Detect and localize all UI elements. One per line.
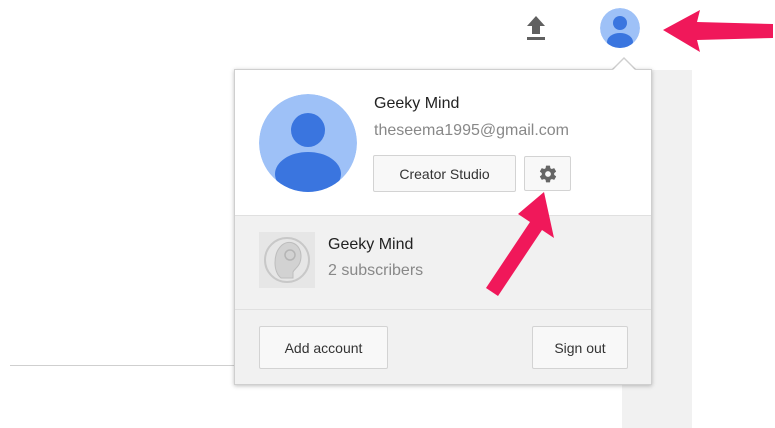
sign-out-button[interactable]: Sign out	[532, 326, 628, 369]
account-section: Geeky Mind theseema1995@gmail.com Creato…	[235, 70, 651, 215]
avatar-icon	[259, 94, 357, 192]
page-divider	[10, 365, 240, 366]
channel-item[interactable]: Geeky Mind 2 subscribers	[235, 215, 651, 310]
add-account-button[interactable]: Add account	[259, 326, 388, 369]
account-email: theseema1995@gmail.com	[374, 122, 570, 139]
annotation-arrow-top	[663, 10, 773, 52]
avatar-icon	[600, 8, 640, 48]
account-avatar-button[interactable]	[600, 8, 640, 48]
profile-avatar	[259, 94, 357, 192]
settings-button[interactable]	[524, 156, 571, 191]
annotation-arrow-settings	[486, 192, 554, 296]
channel-subscribers: 2 subscribers	[328, 262, 424, 279]
creator-studio-button[interactable]: Creator Studio	[373, 155, 516, 192]
channel-name: Geeky Mind	[328, 236, 414, 253]
account-name: Geeky Mind	[374, 95, 460, 112]
channel-thumbnail	[259, 232, 315, 288]
account-dropdown: Geeky Mind theseema1995@gmail.com Creato…	[234, 69, 652, 385]
upload-icon[interactable]	[524, 14, 548, 42]
dropdown-caret-inner	[613, 59, 635, 70]
channel-logo-icon	[259, 232, 315, 288]
gear-icon	[539, 165, 556, 182]
dropdown-footer: Add account Sign out	[235, 310, 651, 384]
